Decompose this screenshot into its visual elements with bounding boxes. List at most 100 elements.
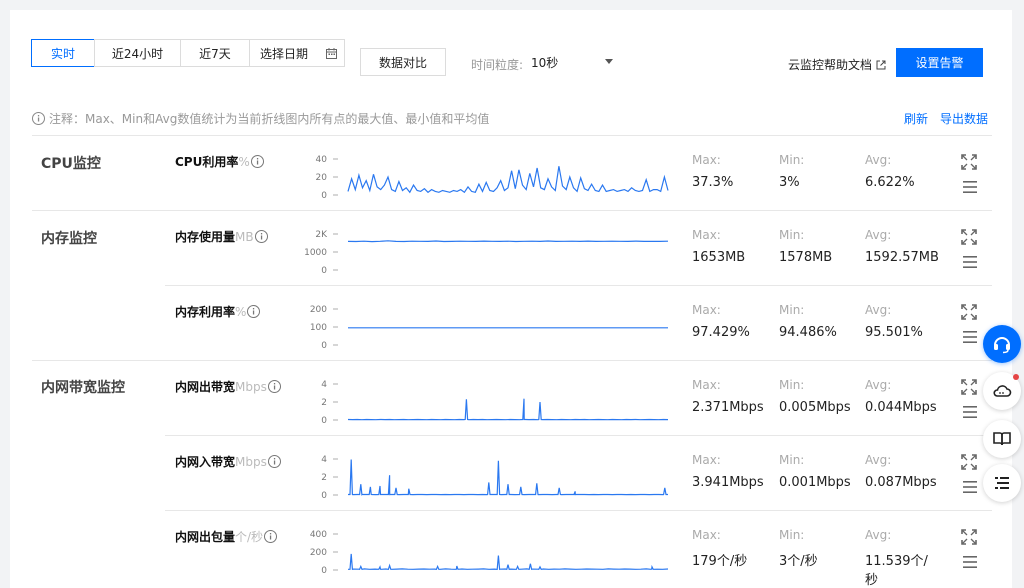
export-data-link[interactable]: 导出数据 — [940, 110, 988, 127]
notification-dot — [1013, 374, 1019, 380]
y-tick-label: 4 — [321, 380, 327, 390]
metric-name: 内网出包量 个/秒 — [175, 528, 278, 545]
metric-chart[interactable]: 4 2 0 — [296, 451, 670, 501]
external-link-icon — [876, 60, 886, 69]
stat-max-label: Max: — [692, 378, 721, 392]
y-tick-label: 400 — [310, 530, 327, 540]
series-line — [348, 553, 669, 571]
series-line — [347, 166, 669, 194]
stat-avg-value: 0.087Mbps — [865, 475, 937, 490]
fullscreen-icon[interactable] — [961, 379, 977, 395]
divider — [32, 135, 992, 136]
menu-icon[interactable] — [962, 405, 978, 419]
help-doc-label: 云监控帮助文档 — [788, 58, 873, 72]
granularity-value: 10秒 — [531, 55, 559, 70]
metric-chart[interactable]: 400 200 0 — [296, 526, 670, 576]
y-tick-label: 0 — [321, 191, 327, 201]
table-actions: 刷新 导出数据 — [904, 110, 988, 127]
fullscreen-icon[interactable] — [961, 454, 977, 470]
help-icon[interactable] — [267, 455, 281, 468]
stat-avg-label: Avg: — [865, 228, 892, 242]
stats-note: 注释：Max、Min和Avg数值统计为当前折线图内所有点的最大值、最小值和平均值 — [32, 110, 489, 127]
docs-button[interactable] — [983, 420, 1021, 458]
y-tick-label: 0 — [321, 491, 327, 501]
stat-min-label: Min: — [779, 303, 805, 317]
stat-max-value: 1653MB — [692, 250, 746, 265]
metric-name-text: 内网出包量 — [175, 530, 236, 544]
book-icon — [993, 432, 1011, 446]
fullscreen-icon[interactable] — [961, 304, 977, 320]
metric-chart[interactable]: 200 100 0 — [296, 301, 670, 351]
metric-chart[interactable]: 2K 1000 0 — [296, 226, 670, 276]
help-icon[interactable] — [254, 230, 268, 243]
stat-avg-value: 0.044Mbps — [865, 400, 937, 415]
metric-name-text: 内存利用率 — [175, 305, 236, 319]
stat-max-label: Max: — [692, 303, 721, 317]
series-line — [347, 398, 669, 421]
stat-min-value: 94.486% — [779, 325, 837, 340]
stat-max-label: Max: — [692, 453, 721, 467]
fullscreen-icon[interactable] — [961, 229, 977, 245]
tab-24h[interactable]: 近24小时 — [94, 39, 181, 67]
set-alarm-button[interactable]: 设置告警 — [896, 48, 983, 77]
date-picker[interactable]: 选择日期 — [249, 39, 345, 67]
stat-min-value: 0.005Mbps — [779, 400, 851, 415]
fullscreen-icon[interactable] — [961, 154, 977, 170]
menu-icon[interactable] — [962, 480, 978, 494]
menu-icon[interactable] — [962, 255, 978, 269]
help-icon[interactable] — [250, 155, 264, 168]
y-tick-label: 4 — [321, 455, 327, 465]
metric-name-text: 内网入带宽 — [175, 455, 236, 469]
cloud-message-button[interactable] — [983, 372, 1021, 410]
customer-service-button[interactable] — [983, 325, 1021, 363]
metric-chart[interactable]: 4 2 0 — [296, 376, 670, 426]
divider — [32, 210, 992, 211]
tab-realtime[interactable]: 实时 — [31, 39, 95, 67]
metric-unit: % — [238, 154, 250, 169]
stat-min-label: Min: — [779, 528, 805, 542]
stats-note-text: 注释：Max、Min和Avg数值统计为当前折线图内所有点的最大值、最小值和平均值 — [49, 112, 490, 126]
stat-min-value: 1578MB — [779, 250, 833, 265]
divider — [165, 435, 992, 436]
granularity-select[interactable]: 10秒 — [531, 49, 613, 75]
y-tick-label: 2 — [321, 473, 327, 483]
data-compare-button[interactable]: 数据对比 — [360, 48, 446, 76]
group-memory-label: 内存监控 — [41, 231, 97, 247]
stat-min-value: 3个/秒 — [779, 554, 818, 569]
group-cpu-label: CPU监控 — [41, 156, 101, 172]
menu-icon[interactable] — [962, 330, 978, 344]
metric-name: 内存利用率% — [175, 303, 261, 320]
stat-avg-label: Avg: — [865, 453, 892, 467]
stat-max-label: Max: — [692, 528, 721, 542]
stat-min-value: 3% — [779, 175, 800, 190]
stat-min-value: 0.001Mbps — [779, 475, 851, 490]
y-tick-label: 2K — [315, 230, 328, 240]
headset-icon — [994, 337, 1010, 354]
y-tick-label: 200 — [310, 305, 327, 315]
fullscreen-icon[interactable] — [961, 529, 977, 545]
date-picker-label: 选择日期 — [260, 46, 309, 61]
stat-avg-label: Avg: — [865, 303, 892, 317]
help-doc-link[interactable]: 云监控帮助文档 — [788, 56, 886, 73]
info-icon — [32, 112, 45, 125]
help-icon[interactable] — [247, 305, 261, 318]
stat-max-value: 2.371Mbps — [692, 400, 764, 415]
menu-icon[interactable] — [962, 555, 978, 569]
metric-unit: MB — [235, 229, 254, 244]
stat-max-value: 37.3% — [692, 175, 734, 190]
stat-max-value: 179个/秒 — [692, 554, 748, 569]
stat-min-label: Min: — [779, 453, 805, 467]
menu-icon[interactable] — [962, 180, 978, 194]
metric-chart[interactable]: 40 20 0 — [296, 151, 670, 201]
stat-avg-label: Avg: — [865, 378, 892, 392]
help-icon[interactable] — [267, 380, 281, 393]
help-icon[interactable] — [264, 530, 278, 543]
refresh-link[interactable]: 刷新 — [904, 110, 928, 127]
y-tick-label: 2 — [321, 398, 327, 408]
stat-max-value: 3.941Mbps — [692, 475, 764, 490]
tab-7d[interactable]: 近7天 — [180, 39, 250, 67]
series-line — [347, 240, 669, 243]
stat-min-label: Min: — [779, 378, 805, 392]
stat-min-label: Min: — [779, 228, 805, 242]
list-button[interactable] — [983, 464, 1021, 502]
